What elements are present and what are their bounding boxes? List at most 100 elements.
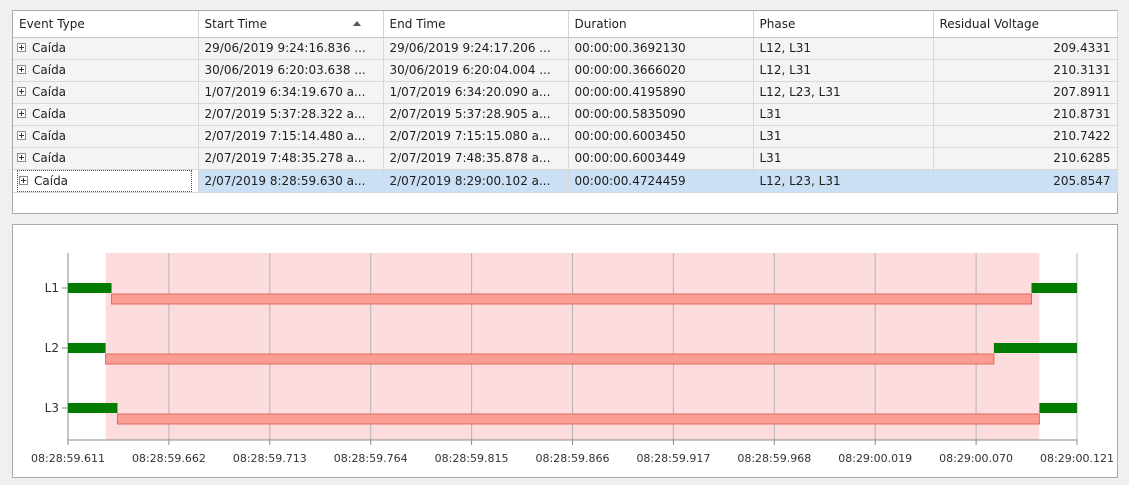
grid-header-row: Event Type Start Time End Time Duration … (13, 11, 1118, 38)
events-grid: Event Type Start Time End Time Duration … (12, 10, 1118, 214)
cell-start: 2/07/2019 7:48:35.278 a... (198, 147, 384, 170)
cell-residual: 210.6285 (933, 147, 1118, 170)
x-tick-label: 08:28:59.815 (435, 452, 509, 465)
column-header-duration[interactable]: Duration (568, 11, 754, 38)
cell-end: 30/06/2019 6:20:04.004 ... (383, 59, 569, 82)
event-type-label: Caída (32, 41, 67, 55)
cell-content: Caída (17, 129, 66, 143)
cell-content: Caída (17, 151, 66, 165)
column-header-label: End Time (389, 16, 446, 31)
cell-event-type: Caída (13, 147, 199, 170)
cell-start: 2/07/2019 5:37:28.322 a... (198, 103, 384, 126)
x-tick-label: 08:28:59.764 (334, 452, 408, 465)
event-type-label: Caída (32, 151, 67, 165)
event-type-label: Caída (32, 107, 67, 121)
column-header-end-time[interactable]: End Time (383, 11, 569, 38)
column-header-label: Duration (574, 16, 627, 31)
cell-duration: 00:00:00.6003450 (568, 125, 754, 148)
cell-phase: L31 (753, 147, 934, 170)
cell-start: 29/06/2019 9:24:16.836 ... (198, 37, 384, 60)
cell-event-type: Caída (13, 103, 199, 126)
cell-end: 2/07/2019 7:15:15.080 a... (383, 125, 569, 148)
cell-start: 30/06/2019 6:20:03.638 ... (198, 59, 384, 82)
table-row[interactable]: Caída 30/06/2019 6:20:03.638 ... 30/06/201… (13, 59, 1118, 82)
cell-phase: L31 (753, 103, 934, 126)
column-header-start-time[interactable]: Start Time (198, 11, 384, 38)
lane-label: L1 (45, 281, 59, 295)
sag-bar (111, 293, 1032, 305)
cell-content: Caída (17, 169, 192, 191)
x-tick-label: 08:29:00.121 (1040, 452, 1114, 465)
normal-segment (1039, 403, 1077, 413)
cell-end: 1/07/2019 6:34:20.090 a... (383, 81, 569, 104)
cell-end: 29/06/2019 9:24:17.206 ... (383, 37, 569, 60)
cell-duration: 00:00:00.5835090 (568, 103, 754, 126)
x-tick-label: 08:28:59.713 (233, 452, 307, 465)
expand-plus-icon[interactable] (17, 87, 26, 96)
table-row[interactable]: Caída 29/06/2019 9:24:16.836 ... 29/06/201… (13, 37, 1118, 60)
normal-segment (68, 283, 112, 293)
expand-plus-icon[interactable] (17, 43, 26, 52)
cell-phase: L31 (753, 125, 934, 148)
expand-plus-icon[interactable] (17, 65, 26, 74)
cell-phase: L12, L31 (753, 59, 934, 82)
cell-content: Caída (17, 63, 66, 77)
column-header-event-type[interactable]: Event Type (13, 11, 199, 38)
normal-segment (68, 403, 118, 413)
x-tick-label: 08:29:00.019 (838, 452, 912, 465)
cell-residual: 205.8547 (933, 169, 1118, 193)
event-timeline-chart: 08:28:59.611 08:28:59.662 08:28:59.713 08:2… (12, 224, 1118, 478)
cell-phase: L12, L31 (753, 37, 934, 60)
cell-start: 2/07/2019 8:28:59.630 a... (198, 169, 384, 193)
event-type-label: Caída (32, 85, 67, 99)
column-header-label: Start Time (204, 16, 268, 31)
normal-segment (1031, 283, 1077, 293)
cell-event-type: Caída (13, 59, 199, 82)
cell-content: Caída (17, 107, 66, 121)
column-header-label: Event Type (19, 16, 85, 31)
cell-start: 1/07/2019 6:34:19.670 a... (198, 81, 384, 104)
cell-end: 2/07/2019 7:48:35.878 a... (383, 147, 569, 170)
lane-label: L2 (45, 341, 59, 355)
cell-duration: 00:00:00.3692130 (568, 37, 754, 60)
cell-end: 2/07/2019 8:29:00.102 a... (383, 169, 569, 193)
column-header-label: Phase (759, 16, 796, 31)
cell-residual: 210.3131 (933, 59, 1118, 82)
lane-label: L3 (45, 401, 59, 415)
x-tick-label: 08:28:59.968 (737, 452, 811, 465)
sag-bar (105, 353, 995, 365)
timeline-svg: 08:28:59.611 08:28:59.662 08:28:59.713 08:2… (31, 253, 1114, 465)
cell-duration: 00:00:00.3666020 (568, 59, 754, 82)
expand-plus-icon[interactable] (17, 131, 26, 140)
cell-start: 2/07/2019 7:15:14.480 a... (198, 125, 384, 148)
cell-phase: L12, L23, L31 (753, 81, 934, 104)
sort-ascending-icon (352, 21, 361, 26)
column-header-phase[interactable]: Phase (753, 11, 934, 38)
cell-content: Caída (17, 41, 66, 55)
event-type-label: Caída (32, 63, 67, 77)
cell-residual: 209.4331 (933, 37, 1118, 60)
table-row[interactable]: Caída 2/07/2019 7:48:35.278 a... 2/07/2019… (13, 147, 1118, 170)
normal-segment (68, 343, 106, 353)
expand-plus-icon[interactable] (17, 109, 26, 118)
cell-event-type: Caída (13, 125, 199, 148)
column-header-residual-voltage[interactable]: Residual Voltage (933, 11, 1118, 38)
event-type-label: Caída (34, 173, 69, 188)
x-tick-label: 08:29:00.070 (939, 452, 1013, 465)
cell-residual: 210.8731 (933, 103, 1118, 126)
table-row[interactable]: Caída 2/07/2019 7:15:14.480 a... 2/07/2019… (13, 125, 1118, 148)
cell-end: 2/07/2019 5:37:28.905 a... (383, 103, 569, 126)
x-tick-label: 08:28:59.662 (132, 452, 206, 465)
cell-event-type: Caída (13, 169, 199, 193)
table-row[interactable]: Caída 2/07/2019 8:28:59.630 a... 2/07/2019… (13, 169, 1118, 193)
expand-plus-icon[interactable] (17, 153, 26, 162)
event-type-label: Caída (32, 129, 67, 143)
expand-plus-icon[interactable] (19, 175, 28, 185)
table-row[interactable]: Caída 1/07/2019 6:34:19.670 a... 1/07/2019… (13, 81, 1118, 104)
table-row[interactable]: Caída 2/07/2019 5:37:28.322 a... 2/07/2019… (13, 103, 1118, 126)
cell-duration: 00:00:00.6003449 (568, 147, 754, 170)
x-tick-label: 08:28:59.917 (636, 452, 710, 465)
column-header-label: Residual Voltage (939, 16, 1040, 31)
x-tick-label: 08:28:59.611 (31, 452, 105, 465)
cell-duration: 00:00:00.4195890 (568, 81, 754, 104)
